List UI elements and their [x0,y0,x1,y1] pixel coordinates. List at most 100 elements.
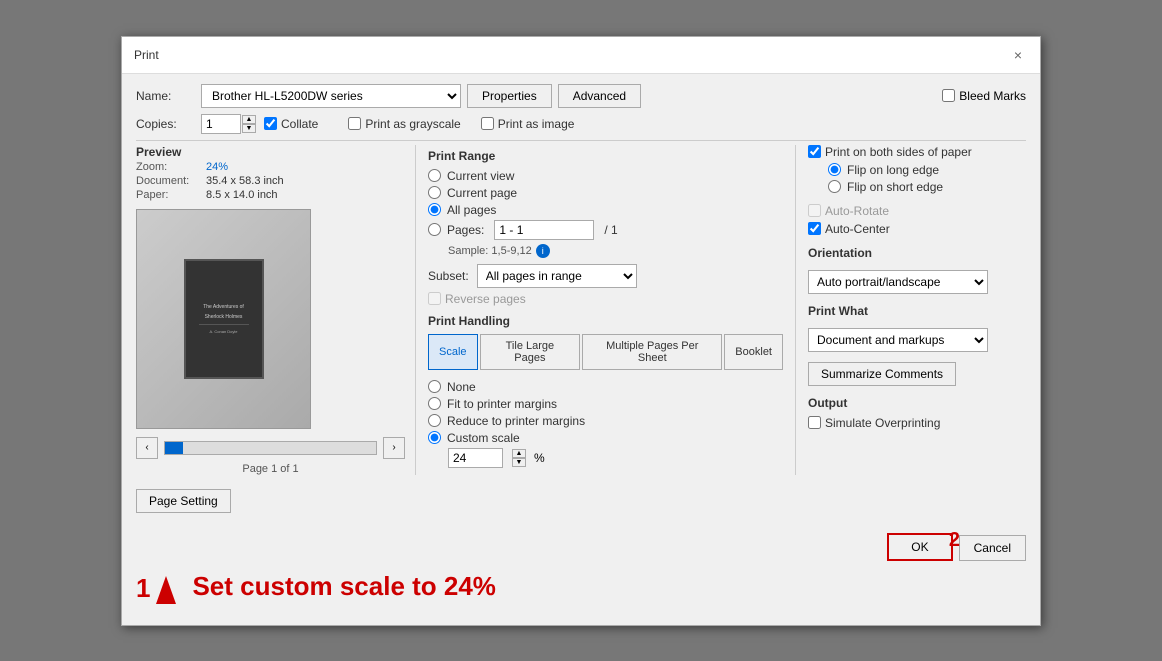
reverse-pages-label: Reverse pages [445,292,526,306]
current-page-option[interactable]: Current page [428,186,783,200]
print-range-group: Current view Current page All pages [428,169,783,240]
paper-row: Paper: 8.5 x 14.0 inch [136,189,405,201]
info-icon[interactable]: i [536,244,550,258]
subset-row: Subset: All pages in range Even pages on… [428,264,783,288]
bleed-marks-label: Bleed Marks [959,89,1026,103]
custom-scale-option[interactable]: Custom scale [428,431,783,445]
main-content: Preview Zoom: 24% Document: 35.4 x 58.3 … [136,145,1026,475]
fit-printer-radio[interactable] [428,397,441,410]
scale-down[interactable]: ▼ [512,458,526,467]
collate-checkbox[interactable] [264,117,277,130]
current-view-radio[interactable] [428,169,441,182]
annotation-1: 1 [136,573,150,604]
scale-spinner: ▲ ▼ [512,449,526,467]
auto-rotate-checkbox [808,204,821,217]
flip-short-option[interactable]: Flip on short edge [828,180,1026,194]
percent-label: % [534,451,545,465]
flip-long-radio[interactable] [828,163,841,176]
dialog-body: Name: Brother HL-L5200DW series Properti… [122,74,1040,523]
print-grayscale-checkbox[interactable] [348,117,361,130]
zoom-value: 24% [206,161,228,173]
ok-button[interactable]: OK [887,533,952,561]
advanced-button[interactable]: Advanced [558,84,641,108]
copies-input[interactable]: 1 [201,114,241,134]
paper-key: Paper: [136,189,206,201]
summarize-comments-button[interactable]: Summarize Comments [808,362,956,386]
left-panel: Preview Zoom: 24% Document: 35.4 x 58.3 … [136,145,416,475]
properties-button[interactable]: Properties [467,84,552,108]
dialog-title: Print [134,48,159,62]
annotation-area: 1 Set custom scale to 24% [122,571,1040,614]
pages-total: / 1 [604,223,617,237]
none-option[interactable]: None [428,380,783,394]
zoom-key: Zoom: [136,161,206,173]
custom-scale-radio[interactable] [428,431,441,444]
print-what-label: Print What [808,304,1026,318]
multiple-pages-tab[interactable]: Multiple Pages Per Sheet [582,334,722,370]
title-bar: Print × [122,37,1040,74]
nav-row: ‹ › [136,437,405,459]
page-setting-button[interactable]: Page Setting [136,489,231,513]
subset-select[interactable]: All pages in range Even pages only Odd p… [477,264,637,288]
duplex-options: Flip on long edge Flip on short edge [828,163,1026,194]
print-grayscale-label: Print as grayscale [365,117,460,131]
reduce-printer-radio[interactable] [428,414,441,427]
pages-radio[interactable] [428,223,441,236]
all-pages-radio[interactable] [428,203,441,216]
pages-option[interactable]: Pages: / 1 [428,220,783,240]
booklet-tab[interactable]: Booklet [724,334,783,370]
sample-row: Sample: 1,5-9,12 i [448,244,783,258]
handling-tabs: Scale Tile Large Pages Multiple Pages Pe… [428,334,783,370]
book-cover: The Adventures of Sherlock Holmes A. Con… [184,259,264,379]
close-button[interactable]: × [1008,45,1028,65]
print-image-label: Print as image [498,117,575,131]
duplex-checkbox[interactable] [808,145,821,158]
preview-image: The Adventures of Sherlock Holmes A. Con… [137,210,310,428]
next-page-button[interactable]: › [383,437,405,459]
custom-scale-input[interactable] [448,448,503,468]
orientation-select[interactable]: Auto portrait/landscape Portrait Landsca… [808,270,988,294]
auto-center-option[interactable]: Auto-Center [808,222,1026,236]
flip-long-option[interactable]: Flip on long edge [828,163,1026,177]
auto-rotate-option: Auto-Rotate [808,204,1026,218]
print-range-title: Print Range [428,149,783,163]
scale-up[interactable]: ▲ [512,449,526,458]
reverse-row: Reverse pages [428,292,783,306]
scale-options: None Fit to printer margins Reduce to pr… [428,380,783,468]
orientation-label: Orientation [808,246,1026,260]
progress-fill [165,442,183,454]
output-section: Output Simulate Overprinting [808,396,1026,430]
duplex-label[interactable]: Print on both sides of paper [808,145,1026,159]
printer-select[interactable]: Brother HL-L5200DW series [201,84,461,108]
preview-label: Preview [136,145,405,159]
copies-up[interactable]: ▲ [242,115,256,124]
simulate-checkbox[interactable] [808,416,821,429]
print-what-select[interactable]: Document and markups Document only Form … [808,328,988,352]
doc-value: 35.4 x 58.3 inch [206,175,284,187]
doc-key: Document: [136,175,206,187]
copies-label: Copies: [136,117,201,131]
up-arrow-icon [156,576,176,604]
current-page-radio[interactable] [428,186,441,199]
zoom-row: Zoom: 24% [136,161,405,173]
instruction-text: Set custom scale to 24% [192,571,495,604]
tile-large-tab[interactable]: Tile Large Pages [480,334,581,370]
auto-center-checkbox[interactable] [808,222,821,235]
current-view-option[interactable]: Current view [428,169,783,183]
fit-printer-option[interactable]: Fit to printer margins [428,397,783,411]
print-image-checkbox[interactable] [481,117,494,130]
cancel-button[interactable]: Cancel [959,535,1026,561]
footer-area: OK Cancel 2 [122,523,1040,571]
right-panel: Print on both sides of paper Flip on lon… [796,145,1026,475]
printer-row: Name: Brother HL-L5200DW series Properti… [136,84,1026,108]
pages-input[interactable] [494,220,594,240]
bleed-marks-checkbox[interactable] [942,89,955,102]
none-radio[interactable] [428,380,441,393]
flip-short-radio[interactable] [828,180,841,193]
page-info: Page 1 of 1 [136,463,405,475]
prev-page-button[interactable]: ‹ [136,437,158,459]
scale-tab[interactable]: Scale [428,334,478,370]
all-pages-option[interactable]: All pages [428,203,783,217]
copies-down[interactable]: ▼ [242,124,256,133]
reduce-printer-option[interactable]: Reduce to printer margins [428,414,783,428]
